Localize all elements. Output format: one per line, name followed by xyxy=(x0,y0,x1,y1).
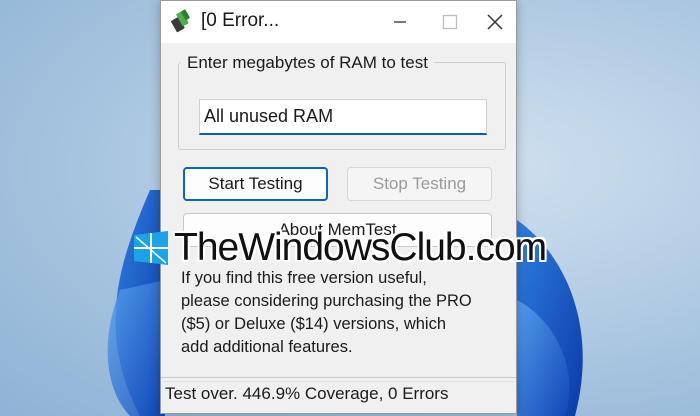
status-text: Test over. 446.9% Coverage, 0 Errors xyxy=(165,384,449,403)
maximize-button[interactable] xyxy=(427,1,473,43)
memtest-window: [0 Error... Enter megabytes of RAM to te… xyxy=(160,0,517,414)
memtest-app-icon xyxy=(171,9,190,33)
upgrade-info-text: If you find this free version useful, pl… xyxy=(181,269,472,356)
close-button[interactable] xyxy=(472,1,518,43)
maximize-icon xyxy=(442,14,458,30)
status-divider xyxy=(163,381,514,382)
ram-amount-input[interactable]: All unused RAM xyxy=(199,99,487,135)
ram-group-label: Enter megabytes of RAM to test xyxy=(181,53,434,73)
stop-testing-button[interactable]: Stop Testing xyxy=(347,167,492,201)
status-bar: Test over. 446.9% Coverage, 0 Errors xyxy=(161,377,516,413)
about-memtest-button[interactable]: About MemTest xyxy=(183,213,492,247)
close-icon xyxy=(487,14,503,30)
window-title: [0 Error... xyxy=(201,10,280,31)
title-bar[interactable]: [0 Error... xyxy=(161,1,516,43)
minimize-icon xyxy=(394,21,406,23)
start-testing-button[interactable]: Start Testing xyxy=(183,167,328,201)
minimize-button[interactable] xyxy=(377,1,423,43)
